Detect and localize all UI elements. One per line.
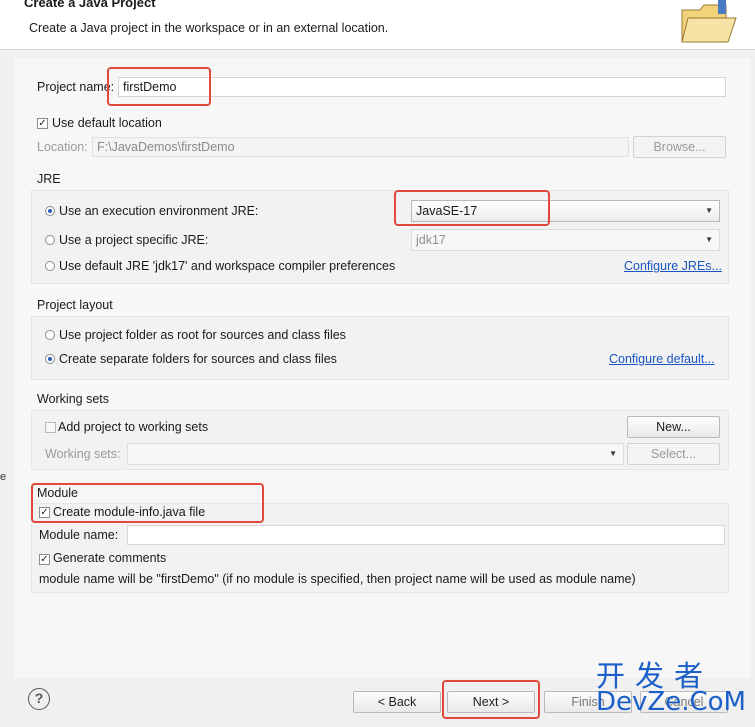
edge-glyph: e	[0, 471, 7, 483]
watermark-en: DevZe.CoM	[596, 687, 746, 717]
layout-option-separate-label: Create separate folders for sources and …	[59, 352, 337, 366]
layout-option-root-radio[interactable]	[45, 330, 55, 340]
module-info-text: module name will be "firstDemo" (if no m…	[39, 572, 636, 586]
configure-jres-link[interactable]: Configure JREs...	[624, 259, 722, 273]
working-sets-select[interactable]: ▼	[127, 443, 624, 465]
highlight-module	[31, 483, 264, 523]
jre-option-default-radio[interactable]	[45, 261, 55, 271]
jre-section-title: JRE	[37, 172, 61, 186]
project-name-label: Project name:	[37, 80, 115, 94]
use-default-location-label: Use default location	[52, 116, 162, 130]
add-to-working-sets-checkbox[interactable]	[45, 422, 56, 433]
watermark: 开发者 DevZe.CoM	[596, 660, 751, 716]
module-name-label: Module name:	[39, 528, 119, 542]
project-specific-jre-value: jdk17	[416, 233, 446, 247]
dialog-title: Create a Java Project	[24, 0, 156, 10]
new-working-set-button[interactable]: New...	[627, 416, 720, 438]
project-layout-group	[31, 316, 729, 380]
generate-comments-label: Generate comments	[53, 551, 167, 565]
jre-option-execution-env-label: Use an execution environment JRE:	[59, 204, 259, 218]
jre-option-default-label: Use default JRE 'jdk17' and workspace co…	[59, 259, 396, 273]
layout-option-root-label: Use project folder as root for sources a…	[59, 328, 346, 342]
help-icon[interactable]: ?	[28, 688, 50, 710]
highlight-execution-env	[394, 190, 550, 226]
highlight-project-name	[107, 67, 211, 106]
folder-icon	[681, 0, 737, 43]
left-edge	[0, 50, 14, 727]
add-to-working-sets-label: Add project to working sets	[58, 420, 209, 434]
dialog-header: Create a Java Project Create a Java proj…	[0, 0, 755, 50]
browse-button[interactable]: Browse...	[633, 136, 726, 158]
chevron-down-icon: ▼	[705, 206, 713, 215]
dialog-description: Create a Java project in the workspace o…	[29, 21, 389, 35]
back-button[interactable]: < Back	[353, 691, 441, 713]
module-name-input[interactable]	[127, 525, 725, 545]
jre-option-project-specific-radio[interactable]	[45, 235, 55, 245]
project-layout-title: Project layout	[37, 298, 113, 312]
working-sets-title: Working sets	[37, 392, 110, 406]
use-default-location-checkbox[interactable]: ✓	[37, 118, 48, 129]
layout-option-separate-radio[interactable]	[45, 354, 55, 364]
jre-option-project-specific-label: Use a project specific JRE:	[59, 233, 209, 247]
chevron-down-icon: ▼	[609, 449, 617, 458]
highlight-next-button	[442, 680, 540, 719]
generate-comments-checkbox[interactable]: ✓	[39, 554, 50, 565]
working-sets-field-label: Working sets:	[45, 447, 121, 461]
configure-default-link[interactable]: Configure default...	[609, 352, 715, 366]
select-working-sets-button[interactable]: Select...	[627, 443, 720, 465]
location-label: Location:	[37, 140, 88, 154]
chevron-down-icon: ▼	[705, 235, 713, 244]
location-input[interactable]: F:\JavaDemos\firstDemo	[92, 137, 629, 157]
project-specific-jre-select[interactable]: jdk17 ▼	[411, 229, 720, 251]
jre-option-execution-env-radio[interactable]	[45, 206, 55, 216]
